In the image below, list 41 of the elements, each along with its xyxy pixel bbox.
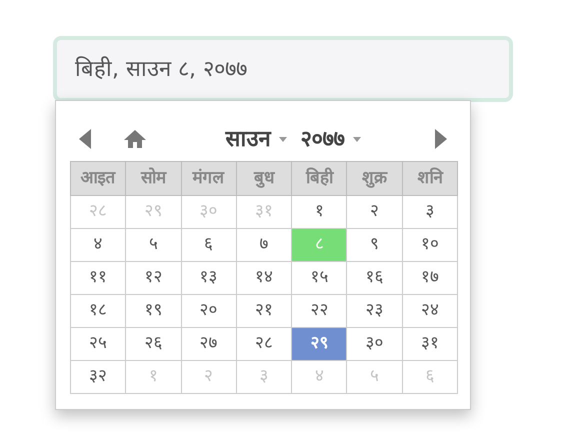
weekday-header: सोम [126,162,182,196]
weekday-header: बुध [236,162,292,196]
date-field[interactable]: बिही, साउन ८, २०७७ [53,36,513,102]
home-icon [124,130,146,148]
day-cell[interactable]: ५ [126,228,182,262]
right-triangle-icon [435,129,447,149]
day-cell[interactable]: १४ [236,262,292,294]
day-cell[interactable]: १० [402,228,458,262]
day-cell[interactable]: १७ [402,262,458,294]
day-cell[interactable]: २४ [402,294,458,328]
day-cell[interactable]: ३० [346,328,402,360]
day-cell[interactable]: ६ [181,228,236,262]
day-cell[interactable]: ११ [70,262,126,294]
month-dropdown[interactable]: साउन [226,122,286,156]
year-dropdown[interactable]: २०७७ [300,122,360,156]
caret-icon [352,136,360,142]
day-cell[interactable]: २३ [346,294,402,328]
day-cell[interactable]: १५ [292,262,347,294]
weekday-header: शनि [402,162,458,196]
day-cell[interactable]: २० [181,294,236,328]
weekday-header: बिही [292,162,347,196]
day-cell[interactable]: १६ [346,262,402,294]
day-cell[interactable]: १३ [181,262,236,294]
left-triangle-icon [79,129,91,149]
day-cell[interactable]: ३२ [70,360,126,394]
day-cell[interactable]: २५ [70,328,126,360]
day-cell[interactable]: ४ [70,228,126,262]
day-cell[interactable]: २६ [126,328,182,360]
day-cell[interactable]: ९ [346,228,402,262]
weekday-header: शुक्र [346,162,402,196]
day-cell[interactable]: २७ [181,328,236,360]
day-cell[interactable]: २ [346,196,402,228]
caret-icon [278,136,286,142]
weekday-header: मंगल [181,162,236,196]
day-cell[interactable]: २१ [236,294,292,328]
day-cell[interactable]: १२ [126,262,182,294]
day-cell[interactable]: ३१ [402,328,458,360]
day-cell[interactable]: १९ [126,294,182,328]
weekday-header: आइत [70,162,126,196]
day-cell[interactable]: ३ [402,196,458,228]
day-cell[interactable]: १८ [70,294,126,328]
